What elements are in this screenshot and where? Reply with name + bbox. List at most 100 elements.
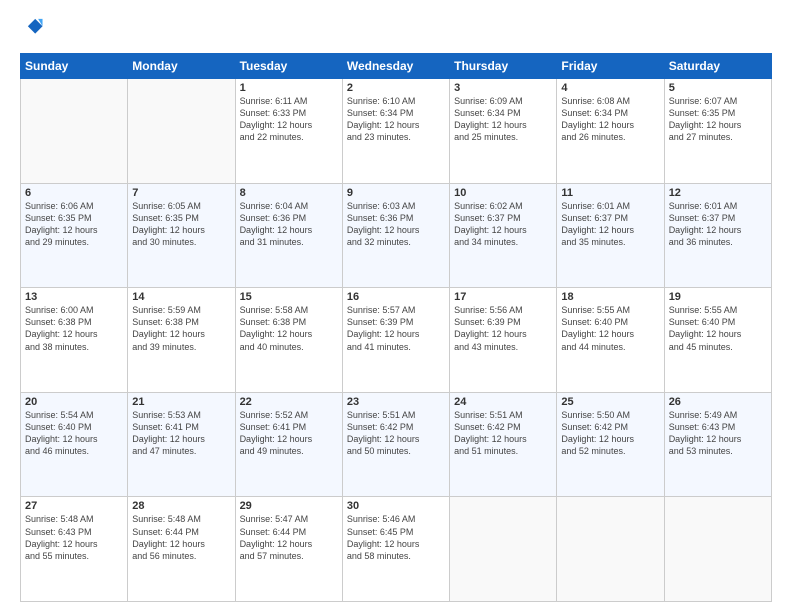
calendar-cell: 6Sunrise: 6:06 AM Sunset: 6:35 PM Daylig… [21, 183, 128, 288]
day-number: 12 [669, 187, 767, 199]
day-info: Sunrise: 5:52 AM Sunset: 6:41 PM Dayligh… [240, 409, 338, 458]
day-info: Sunrise: 6:04 AM Sunset: 6:36 PM Dayligh… [240, 200, 338, 249]
calendar-cell: 13Sunrise: 6:00 AM Sunset: 6:38 PM Dayli… [21, 288, 128, 393]
day-number: 7 [132, 187, 230, 199]
day-info: Sunrise: 5:48 AM Sunset: 6:43 PM Dayligh… [25, 513, 123, 562]
day-info: Sunrise: 6:03 AM Sunset: 6:36 PM Dayligh… [347, 200, 445, 249]
day-number: 14 [132, 291, 230, 303]
calendar-cell: 14Sunrise: 5:59 AM Sunset: 6:38 PM Dayli… [128, 288, 235, 393]
calendar-cell: 17Sunrise: 5:56 AM Sunset: 6:39 PM Dayli… [450, 288, 557, 393]
day-info: Sunrise: 6:00 AM Sunset: 6:38 PM Dayligh… [25, 304, 123, 353]
calendar-cell: 7Sunrise: 6:05 AM Sunset: 6:35 PM Daylig… [128, 183, 235, 288]
header [20, 16, 772, 43]
day-info: Sunrise: 6:07 AM Sunset: 6:35 PM Dayligh… [669, 95, 767, 144]
calendar-cell: 5Sunrise: 6:07 AM Sunset: 6:35 PM Daylig… [664, 79, 771, 184]
day-number: 24 [454, 396, 552, 408]
day-number: 1 [240, 82, 338, 94]
calendar-cell: 20Sunrise: 5:54 AM Sunset: 6:40 PM Dayli… [21, 392, 128, 497]
day-number: 8 [240, 187, 338, 199]
day-number: 15 [240, 291, 338, 303]
calendar-row: 13Sunrise: 6:00 AM Sunset: 6:38 PM Dayli… [21, 288, 772, 393]
day-number: 6 [25, 187, 123, 199]
day-number: 30 [347, 500, 445, 512]
day-info: Sunrise: 6:10 AM Sunset: 6:34 PM Dayligh… [347, 95, 445, 144]
day-info: Sunrise: 6:01 AM Sunset: 6:37 PM Dayligh… [669, 200, 767, 249]
calendar-row: 6Sunrise: 6:06 AM Sunset: 6:35 PM Daylig… [21, 183, 772, 288]
day-info: Sunrise: 6:09 AM Sunset: 6:34 PM Dayligh… [454, 95, 552, 144]
day-number: 4 [561, 82, 659, 94]
day-info: Sunrise: 5:57 AM Sunset: 6:39 PM Dayligh… [347, 304, 445, 353]
calendar-cell: 1Sunrise: 6:11 AM Sunset: 6:33 PM Daylig… [235, 79, 342, 184]
weekday-header-wednesday: Wednesday [342, 54, 449, 79]
day-number: 25 [561, 396, 659, 408]
calendar-cell: 10Sunrise: 6:02 AM Sunset: 6:37 PM Dayli… [450, 183, 557, 288]
day-number: 11 [561, 187, 659, 199]
weekday-header-monday: Monday [128, 54, 235, 79]
day-info: Sunrise: 6:05 AM Sunset: 6:35 PM Dayligh… [132, 200, 230, 249]
day-number: 26 [669, 396, 767, 408]
day-number: 9 [347, 187, 445, 199]
day-info: Sunrise: 5:55 AM Sunset: 6:40 PM Dayligh… [669, 304, 767, 353]
page: SundayMondayTuesdayWednesdayThursdayFrid… [0, 0, 792, 612]
day-info: Sunrise: 5:56 AM Sunset: 6:39 PM Dayligh… [454, 304, 552, 353]
day-info: Sunrise: 5:50 AM Sunset: 6:42 PM Dayligh… [561, 409, 659, 458]
calendar-cell: 16Sunrise: 5:57 AM Sunset: 6:39 PM Dayli… [342, 288, 449, 393]
calendar-cell [450, 497, 557, 602]
day-number: 29 [240, 500, 338, 512]
calendar-cell: 24Sunrise: 5:51 AM Sunset: 6:42 PM Dayli… [450, 392, 557, 497]
day-info: Sunrise: 5:59 AM Sunset: 6:38 PM Dayligh… [132, 304, 230, 353]
calendar-cell: 21Sunrise: 5:53 AM Sunset: 6:41 PM Dayli… [128, 392, 235, 497]
calendar-cell: 15Sunrise: 5:58 AM Sunset: 6:38 PM Dayli… [235, 288, 342, 393]
weekday-header-friday: Friday [557, 54, 664, 79]
calendar-table: SundayMondayTuesdayWednesdayThursdayFrid… [20, 53, 772, 602]
weekday-header-sunday: Sunday [21, 54, 128, 79]
day-info: Sunrise: 6:08 AM Sunset: 6:34 PM Dayligh… [561, 95, 659, 144]
day-info: Sunrise: 5:47 AM Sunset: 6:44 PM Dayligh… [240, 513, 338, 562]
calendar-cell: 23Sunrise: 5:51 AM Sunset: 6:42 PM Dayli… [342, 392, 449, 497]
day-info: Sunrise: 6:02 AM Sunset: 6:37 PM Dayligh… [454, 200, 552, 249]
logo [20, 16, 46, 43]
calendar-row: 20Sunrise: 5:54 AM Sunset: 6:40 PM Dayli… [21, 392, 772, 497]
calendar-cell: 9Sunrise: 6:03 AM Sunset: 6:36 PM Daylig… [342, 183, 449, 288]
day-info: Sunrise: 5:53 AM Sunset: 6:41 PM Dayligh… [132, 409, 230, 458]
calendar-cell: 29Sunrise: 5:47 AM Sunset: 6:44 PM Dayli… [235, 497, 342, 602]
day-info: Sunrise: 6:11 AM Sunset: 6:33 PM Dayligh… [240, 95, 338, 144]
calendar-cell: 22Sunrise: 5:52 AM Sunset: 6:41 PM Dayli… [235, 392, 342, 497]
day-number: 16 [347, 291, 445, 303]
calendar-cell: 30Sunrise: 5:46 AM Sunset: 6:45 PM Dayli… [342, 497, 449, 602]
weekday-header-tuesday: Tuesday [235, 54, 342, 79]
day-number: 10 [454, 187, 552, 199]
day-info: Sunrise: 5:46 AM Sunset: 6:45 PM Dayligh… [347, 513, 445, 562]
calendar-cell: 11Sunrise: 6:01 AM Sunset: 6:37 PM Dayli… [557, 183, 664, 288]
day-info: Sunrise: 5:51 AM Sunset: 6:42 PM Dayligh… [347, 409, 445, 458]
logo-icon [22, 16, 44, 38]
weekday-header-saturday: Saturday [664, 54, 771, 79]
day-number: 18 [561, 291, 659, 303]
calendar-cell: 28Sunrise: 5:48 AM Sunset: 6:44 PM Dayli… [128, 497, 235, 602]
day-info: Sunrise: 6:06 AM Sunset: 6:35 PM Dayligh… [25, 200, 123, 249]
day-info: Sunrise: 5:54 AM Sunset: 6:40 PM Dayligh… [25, 409, 123, 458]
calendar-cell [128, 79, 235, 184]
day-number: 2 [347, 82, 445, 94]
day-number: 17 [454, 291, 552, 303]
weekday-header-thursday: Thursday [450, 54, 557, 79]
day-info: Sunrise: 5:49 AM Sunset: 6:43 PM Dayligh… [669, 409, 767, 458]
day-number: 28 [132, 500, 230, 512]
day-info: Sunrise: 5:51 AM Sunset: 6:42 PM Dayligh… [454, 409, 552, 458]
calendar-cell: 26Sunrise: 5:49 AM Sunset: 6:43 PM Dayli… [664, 392, 771, 497]
calendar-row: 1Sunrise: 6:11 AM Sunset: 6:33 PM Daylig… [21, 79, 772, 184]
calendar-cell [21, 79, 128, 184]
day-info: Sunrise: 5:55 AM Sunset: 6:40 PM Dayligh… [561, 304, 659, 353]
day-info: Sunrise: 6:01 AM Sunset: 6:37 PM Dayligh… [561, 200, 659, 249]
day-number: 21 [132, 396, 230, 408]
day-number: 13 [25, 291, 123, 303]
calendar-cell: 12Sunrise: 6:01 AM Sunset: 6:37 PM Dayli… [664, 183, 771, 288]
calendar-cell: 27Sunrise: 5:48 AM Sunset: 6:43 PM Dayli… [21, 497, 128, 602]
day-info: Sunrise: 5:48 AM Sunset: 6:44 PM Dayligh… [132, 513, 230, 562]
day-number: 23 [347, 396, 445, 408]
day-number: 27 [25, 500, 123, 512]
calendar-cell: 2Sunrise: 6:10 AM Sunset: 6:34 PM Daylig… [342, 79, 449, 184]
day-number: 5 [669, 82, 767, 94]
day-number: 22 [240, 396, 338, 408]
calendar-cell: 18Sunrise: 5:55 AM Sunset: 6:40 PM Dayli… [557, 288, 664, 393]
